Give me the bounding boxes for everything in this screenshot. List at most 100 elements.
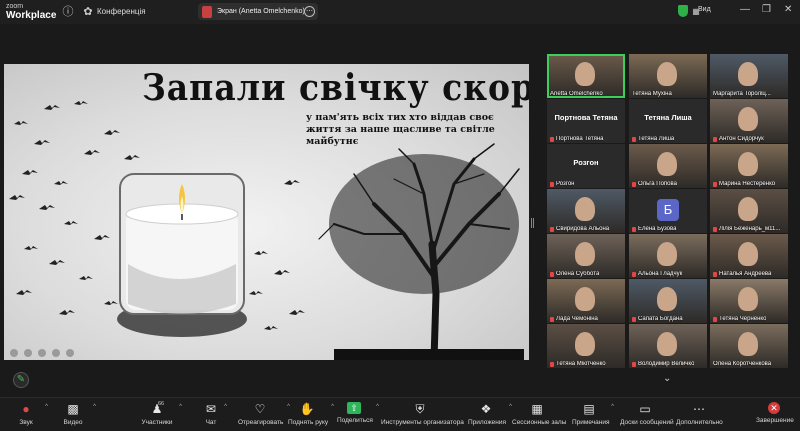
participant-video (575, 197, 595, 221)
participant-video (657, 62, 677, 86)
participant-name: Anetta Omelchenko (550, 91, 603, 97)
meeting-label: Конференція (97, 7, 146, 16)
participant-name: Тетяна Мухіна (632, 91, 672, 97)
end-label: Завершение (756, 417, 794, 424)
slide-tool-icon[interactable] (52, 349, 60, 357)
participant-tile[interactable]: Марина Нестеренко (710, 144, 788, 188)
mute-button[interactable]: ● Звук ^ (12, 402, 48, 426)
share-screen-button[interactable]: ⇧ Поделиться ^ (337, 402, 379, 424)
participant-tile[interactable]: Портнова Тетяна Портнова Тетяна (547, 99, 625, 143)
share-indicator-pill[interactable]: Экран (Anetta Omelchenko) ⋯ (198, 3, 318, 20)
more-button[interactable]: ⋯ Дополнительно (676, 402, 723, 426)
participant-tile[interactable]: Розгон Розгон (547, 144, 625, 188)
microphone-muted-icon (550, 271, 554, 277)
participant-video (738, 287, 758, 311)
participant-name: Маргарита Тороліц... (713, 91, 771, 97)
participant-name-label: Розгон (550, 181, 574, 187)
microphone-muted-icon (632, 136, 636, 142)
maximize-icon[interactable]: ❐ (762, 4, 771, 15)
breakout-rooms-button[interactable]: ▦ Сессионные залы (512, 402, 567, 426)
participant-tile[interactable]: Маргарита Тороліц... (710, 54, 788, 98)
participant-tile[interactable]: Наталья Андреева (710, 234, 788, 278)
participant-tile[interactable]: Свиридова Альона (547, 189, 625, 233)
participant-name-label: Лілія Беженарь_м11... (713, 226, 780, 232)
caret-up-icon[interactable]: ^ (376, 404, 379, 410)
participant-tile[interactable]: Альона Гладчук (629, 234, 707, 278)
participant-tile[interactable]: Сапата Богдана (629, 279, 707, 323)
participants-icon: ♟ (151, 402, 163, 416)
caret-up-icon[interactable]: ^ (45, 404, 48, 410)
slide-tool-icon[interactable] (24, 349, 32, 357)
minimize-icon[interactable]: — (740, 4, 750, 15)
slide-tool-icon[interactable] (38, 349, 46, 357)
participant-name-label: Тетяна Лиша (632, 136, 674, 142)
share-label: Поделиться (337, 417, 373, 424)
notes-button[interactable]: ▤ Примечания ^ (572, 402, 614, 426)
microphone-muted-icon: ● (22, 402, 30, 416)
participant-video (575, 287, 595, 311)
participant-name: Свиридова Альона (556, 226, 610, 232)
participant-name-label: Олена Субботa (550, 271, 599, 277)
participant-video (738, 242, 758, 266)
participant-name-label: Сапата Богдана (632, 316, 683, 322)
participant-name-label: Володимир Величко (632, 361, 694, 367)
video-camera-icon: ▩ (67, 402, 79, 416)
participant-tile[interactable]: Тетяна Мікітченко (547, 324, 625, 368)
participant-name: Тетяна Черненко (719, 316, 767, 322)
participant-tile[interactable]: Олена Субботa (547, 234, 625, 278)
breakout-label: Сессионные залы (512, 419, 567, 426)
slide-title: Запали свічку скорботи (142, 66, 529, 109)
participants-button[interactable]: ♟ 66 Участники ^ (140, 401, 182, 426)
caret-up-icon[interactable]: ^ (611, 404, 614, 410)
caret-up-icon[interactable]: ^ (331, 404, 334, 410)
end-meeting-button[interactable]: ✕ Завершение (756, 402, 794, 424)
caret-up-icon[interactable]: ^ (224, 404, 227, 410)
participant-tile[interactable]: Лілія Беженарь_м11... (710, 189, 788, 233)
slide-tool-icon[interactable] (10, 349, 18, 357)
hand-icon: ✋ (299, 402, 315, 416)
notes-label: Примечания (572, 419, 610, 426)
microphone-muted-icon (632, 271, 636, 277)
raise-hand-label: Поднять руку (288, 419, 329, 426)
whiteboards-button[interactable]: ▭ Доски сообщений (620, 402, 674, 426)
apps-label: Приложения (468, 419, 507, 426)
brand-line2: Workplace (6, 10, 57, 21)
react-button[interactable]: ♡ Отреагировать ^ (238, 402, 290, 426)
more-icon[interactable]: ⋯ (304, 6, 315, 17)
participant-tile[interactable]: Лада Чемоніна (547, 279, 625, 323)
participant-tile[interactable]: Олена Коротченкова (710, 324, 788, 368)
chat-button[interactable]: ✉ Чат ^ (203, 402, 227, 426)
slide-tool-icon[interactable] (66, 349, 74, 357)
microphone-muted-icon (632, 181, 636, 187)
caret-up-icon[interactable]: ^ (179, 404, 182, 410)
close-icon[interactable]: ✕ (784, 4, 792, 15)
participant-tile[interactable]: Тетяна Черненко (710, 279, 788, 323)
microphone-muted-icon (713, 181, 717, 187)
participant-tile[interactable]: Антон Сидорчук (710, 99, 788, 143)
participant-name: Лада Чемоніна (556, 316, 598, 322)
participant-tile[interactable]: Тетяна Мухіна (629, 54, 707, 98)
caret-up-icon[interactable]: ^ (93, 404, 96, 410)
encryption-shield-icon[interactable] (678, 5, 688, 17)
info-icon[interactable]: ⓘ (62, 6, 74, 18)
chevron-down-icon[interactable]: ⌄ (663, 373, 671, 384)
participant-video (575, 62, 595, 86)
participant-tile[interactable]: Б Елена Бузова (629, 189, 707, 233)
raise-hand-button[interactable]: ✋ Поднять руку ^ (288, 402, 334, 426)
participant-tile[interactable]: Ольга Попова (629, 144, 707, 188)
participant-video (657, 332, 677, 356)
participant-tile[interactable]: Володимир Величко (629, 324, 707, 368)
participant-name-label: Олена Коротченкова (713, 361, 771, 367)
heart-icon: ♡ (254, 402, 266, 416)
participant-tile[interactable]: Тетяна Лиша Тетяна Лиша (629, 99, 707, 143)
view-button[interactable]: Вид (698, 6, 711, 13)
participant-tile[interactable]: Anetta Omelchenko (547, 54, 625, 98)
participant-name: Наталья Андреева (719, 271, 772, 277)
video-button[interactable]: ▩ Видео ^ (58, 402, 97, 426)
apps-button[interactable]: ❖ Приложения ^ (468, 402, 512, 426)
host-tools-button[interactable]: ⛨ Инструменты организатора (381, 402, 464, 426)
participant-name-label: Anetta Omelchenko (550, 91, 603, 97)
participant-name-label: Маргарита Тороліц... (713, 91, 771, 97)
panel-splitter-handle[interactable] (531, 218, 534, 228)
annotate-pen-icon[interactable]: ✎ (13, 372, 29, 388)
